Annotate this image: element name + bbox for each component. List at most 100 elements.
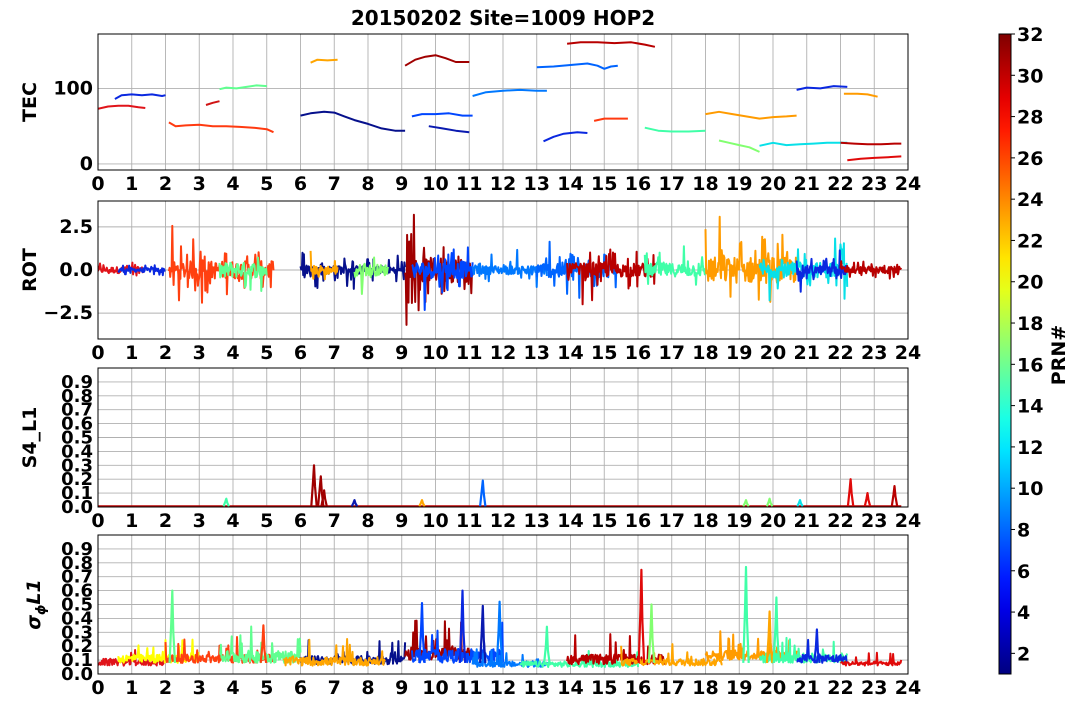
series-line-prn-9 <box>472 88 547 97</box>
panels: 0 1 2 3 4 5 6 7 8 9 10 11 12 13 14 15 16 17 18 19 20 21 22 23 24… <box>19 33 921 699</box>
spike-9 <box>647 603 656 663</box>
x-tick-label: 9 <box>395 173 408 195</box>
x-tick-label: 0 <box>91 173 104 195</box>
series-noise-17 <box>839 260 903 280</box>
series-line-prn-14 <box>644 126 706 133</box>
x-tick-label: 5 <box>260 510 273 532</box>
spike-1 <box>310 464 318 507</box>
y-tick-label: 0 <box>80 153 93 175</box>
plot-area <box>98 565 903 668</box>
series-noise-7 <box>353 256 390 295</box>
colorbar-tick-label: 10 <box>1017 478 1043 500</box>
series-noise-14 <box>704 215 798 303</box>
x-tick-label: 14 <box>557 342 583 364</box>
x-tick-label: 21 <box>794 510 820 532</box>
x-tick-label: 5 <box>260 342 273 364</box>
x-tick-label: 11 <box>456 510 482 532</box>
y-axis-label: S4_L1 <box>19 407 41 469</box>
colorbar-tick-label: 6 <box>1017 561 1030 583</box>
series-line-prn-27 <box>168 121 274 134</box>
x-tick-labels: 0 1 2 3 4 5 6 7 8 9 10 11 12 13 14 15 16 17 18 19 20 21 22 23 24 <box>91 510 921 532</box>
panel-3: 0 1 2 3 4 5 6 7 8 9 10 11 12 13 14 15 16 17 18 19 20 21 22 23 24… <box>19 367 921 532</box>
grid <box>97 368 909 508</box>
series-line-prn-6 <box>411 112 473 118</box>
x-tick-label: 10 <box>422 510 448 532</box>
chart-title: 20150202 Site=1009 HOP2 <box>351 6 655 30</box>
x-tick-label: 16 <box>625 173 651 195</box>
x-tick-label: 7 <box>328 677 341 699</box>
x-tick-label: 24 <box>895 510 921 532</box>
x-tick-label: 21 <box>794 173 820 195</box>
x-tick-label: 7 <box>328 342 341 364</box>
x-tick-label: 21 <box>794 342 820 364</box>
x-tick-label: 10 <box>422 342 448 364</box>
y-tick-labels: 0.00.10.20.30.40.50.60.70.80.9 <box>61 372 93 518</box>
colorbar-tick-label: 16 <box>1017 354 1043 376</box>
x-tick-label: 23 <box>861 510 887 532</box>
x-tick-label: 3 <box>193 677 206 699</box>
colorbar-tick-label: 8 <box>1017 519 1030 541</box>
x-tick-label: 11 <box>456 173 482 195</box>
x-tick-label: 12 <box>490 342 516 364</box>
x-tick-label: 14 <box>557 677 583 699</box>
series-line-prn-31 <box>840 141 902 146</box>
colorbar-tick-label: 18 <box>1017 313 1043 335</box>
x-tick-label: 8 <box>361 510 374 532</box>
x-tick-label: 3 <box>193 342 206 364</box>
x-tick-label: 24 <box>895 677 921 699</box>
x-tick-label: 13 <box>524 173 550 195</box>
y-axis-label: ROT <box>19 248 41 292</box>
panel-4: 0 1 2 3 4 5 6 7 8 9 10 11 12 13 14 15 16 17 18 19 20 21 22 23 24… <box>23 534 921 699</box>
x-tick-label: 1 <box>125 173 138 195</box>
x-tick-label: 5 <box>260 173 273 195</box>
series-line-prn-23 <box>310 58 338 64</box>
x-tick-label: 17 <box>659 342 685 364</box>
x-tick-label: 2 <box>159 173 172 195</box>
x-tick-label: 21 <box>794 677 820 699</box>
spike-11 <box>846 478 855 507</box>
x-tick-label: 19 <box>726 173 752 195</box>
x-tick-label: 3 <box>193 173 206 195</box>
colorbar-tick-label: 20 <box>1017 272 1043 294</box>
x-tick-label: 1 <box>125 677 138 699</box>
y-tick-label: 0.0 <box>59 259 93 281</box>
x-tick-labels: 0 1 2 3 4 5 6 7 8 9 10 11 12 13 14 15 16 17 18 19 20 21 22 23 24 <box>91 677 921 699</box>
colorbar-gradient <box>998 33 1012 675</box>
x-tick-label: 15 <box>591 677 617 699</box>
spike-7 <box>479 479 487 507</box>
figure: 20150202 Site=1009 HOP2 0 1 2 3 4 5 6 7 8 9 10 11 12… <box>19 6 1070 699</box>
x-tick-label: 18 <box>692 677 718 699</box>
x-tick-label: 22 <box>827 677 853 699</box>
x-tick-label: 18 <box>692 510 718 532</box>
x-tick-label: 4 <box>226 677 239 699</box>
spike-12 <box>863 492 872 507</box>
x-tick-label: 16 <box>625 510 651 532</box>
y-tick-labels: 0 100 <box>53 77 93 175</box>
panel-1: 0 1 2 3 4 5 6 7 8 9 10 11 12 13 14 15 16 17 18 19 20 21 22 23 24… <box>19 33 921 195</box>
x-tick-label: 10 <box>422 677 448 699</box>
x-tick-label: 8 <box>361 173 374 195</box>
colorbar-tick-label: 14 <box>1017 396 1043 418</box>
series-line-prn-29 <box>205 100 220 106</box>
x-tick-label: 19 <box>726 342 752 364</box>
x-tick-label: 17 <box>659 510 685 532</box>
x-tick-label: 15 <box>591 342 617 364</box>
x-tick-labels: 0 1 2 3 4 5 6 7 8 9 10 11 12 13 14 15 16 17 18 19 20 21 22 23 24 <box>91 342 921 364</box>
series-line-prn-31 <box>566 41 656 48</box>
plot-area <box>98 41 902 162</box>
series-line-prn-5 <box>114 93 166 100</box>
colorbar-label: PRN# <box>1048 325 1070 385</box>
x-tick-label: 4 <box>226 173 239 195</box>
y-tick-label: 0.9 <box>61 372 93 393</box>
spike-4 <box>222 497 230 507</box>
x-tick-label: 0 <box>91 677 104 699</box>
x-tick-label: 6 <box>294 510 307 532</box>
x-tick-label: 10 <box>422 173 448 195</box>
y-tick-label: −2.5 <box>43 302 93 324</box>
x-tick-label: 4 <box>226 342 239 364</box>
x-tick-label: 18 <box>692 342 718 364</box>
x-tick-label: 6 <box>294 677 307 699</box>
series-noise-10 <box>471 248 548 288</box>
colorbar-tick-label: 22 <box>1017 230 1043 252</box>
series-line-prn-27 <box>593 117 628 122</box>
